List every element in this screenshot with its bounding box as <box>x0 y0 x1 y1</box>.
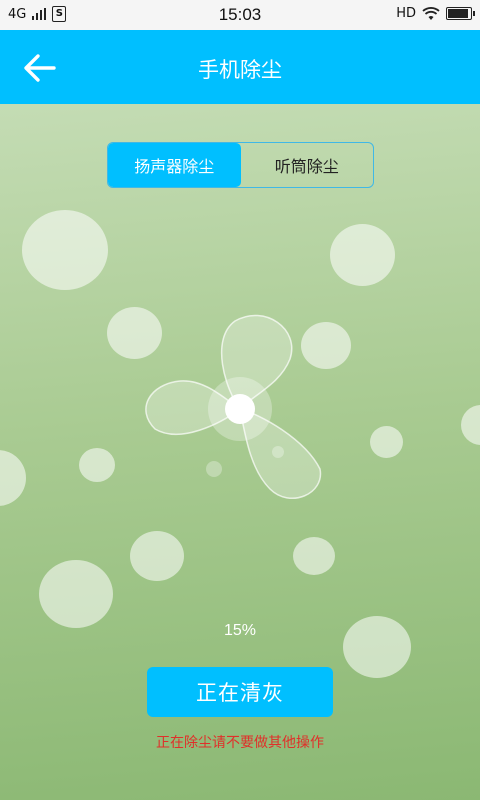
cleaning-button[interactable]: 正在清灰 <box>147 667 333 717</box>
bubble <box>22 210 108 290</box>
bubble <box>370 426 403 458</box>
mode-tabs: 扬声器除尘 听筒除尘 <box>107 142 374 188</box>
title-bar: 手机除尘 <box>0 30 480 104</box>
warning-text: 正在除尘请不要做其他操作 <box>156 735 324 751</box>
status-right: HD <box>396 6 475 21</box>
bubble <box>293 537 335 575</box>
content-area: 扬声器除尘 听筒除尘 15% 正在清灰 正在除尘请不要做其他操作 <box>0 104 480 800</box>
bubble <box>330 224 395 286</box>
tab-earpiece-clean[interactable]: 听筒除尘 <box>241 143 374 187</box>
bubble <box>461 405 480 445</box>
wifi-icon <box>422 6 440 20</box>
tab-speaker-clean[interactable]: 扬声器除尘 <box>108 143 241 187</box>
page-title: 手机除尘 <box>198 58 282 82</box>
fan-icon <box>145 314 322 499</box>
screen: 4G S 15:03 HD 手机除尘 扬声器除尘 听筒除尘 15% 正在清灰 正… <box>0 0 480 800</box>
battery-icon <box>446 7 475 20</box>
progress-percent: 15% <box>223 622 257 639</box>
hd-label: HD <box>396 6 416 21</box>
battery-level <box>448 9 468 18</box>
bubble <box>39 560 113 628</box>
status-bar: 4G S 15:03 HD <box>0 0 480 30</box>
bubble <box>79 448 115 482</box>
bubble <box>130 531 184 581</box>
bubble <box>0 450 26 506</box>
